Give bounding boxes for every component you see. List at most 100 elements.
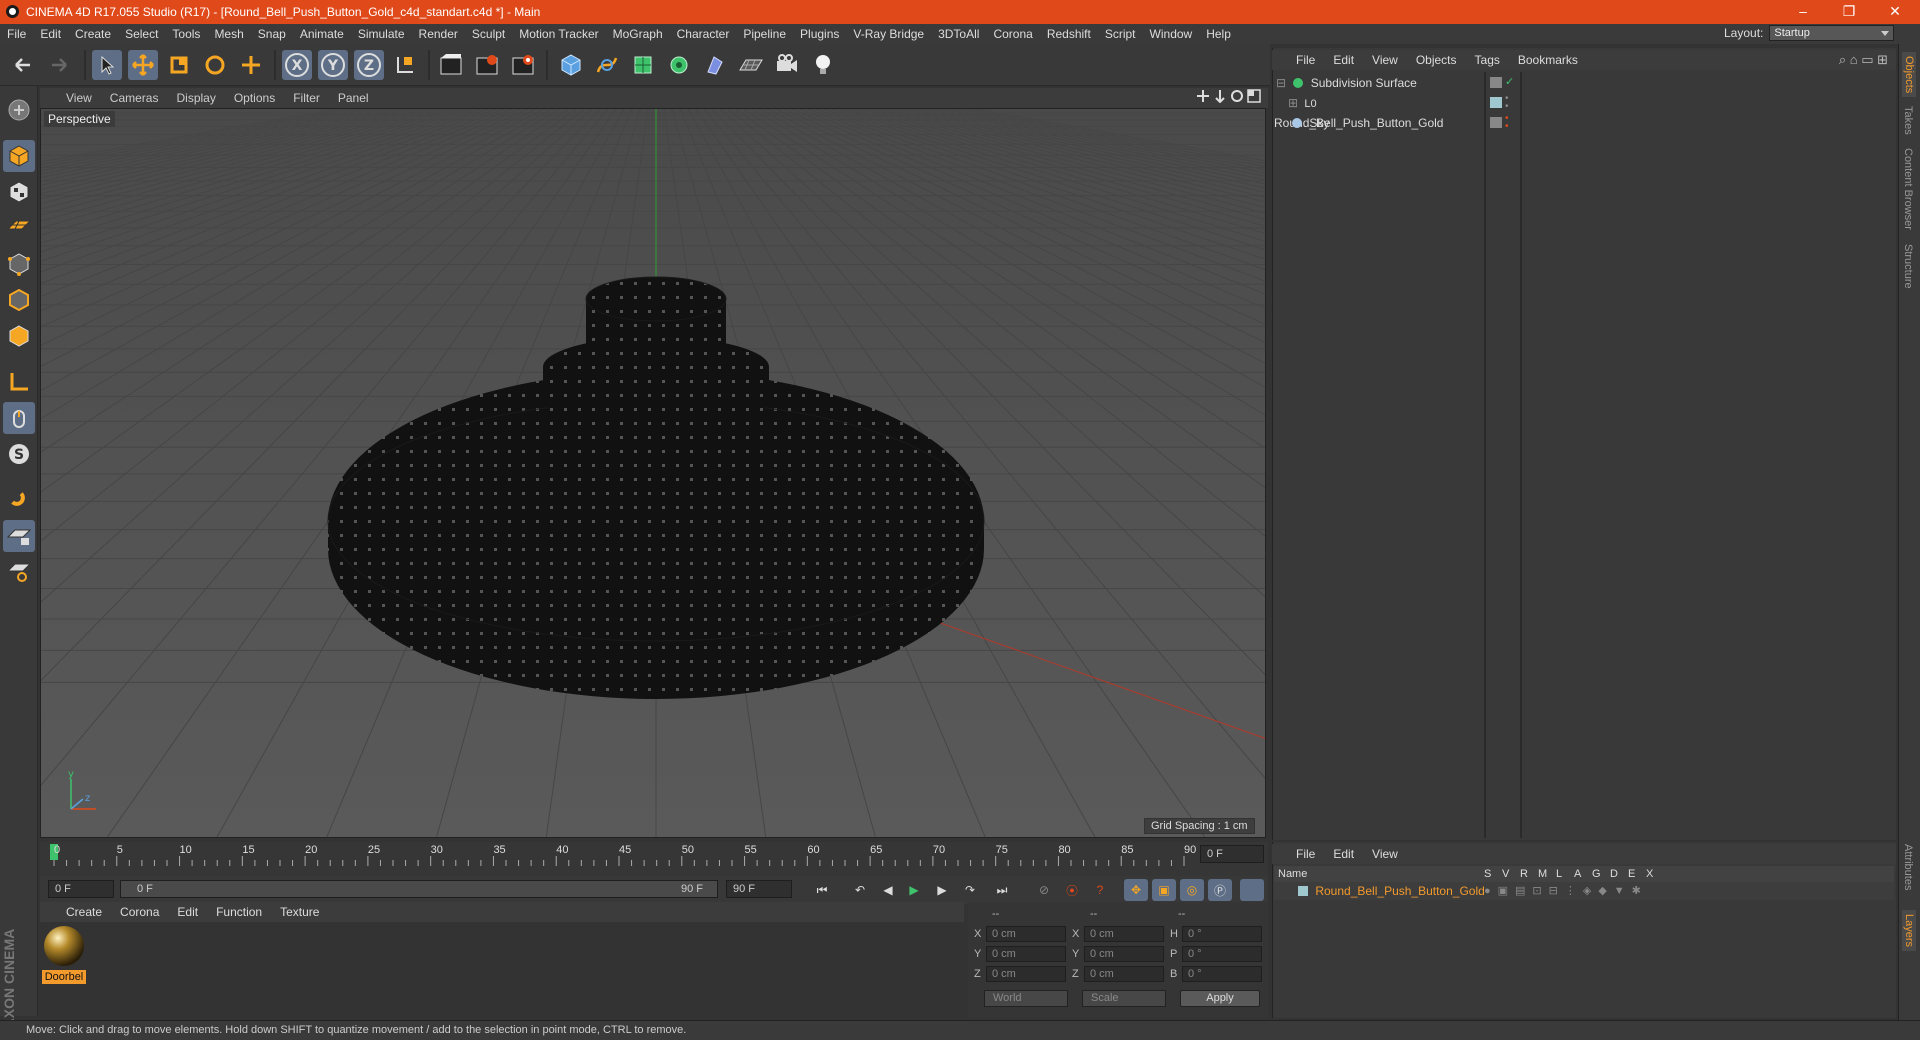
column-animation[interactable]: A: [1574, 866, 1581, 882]
visibility-dots-icon[interactable]: • •: [1505, 114, 1509, 132]
layout-dropdown[interactable]: Startup: [1769, 25, 1894, 41]
enable-axis-icon[interactable]: [3, 366, 35, 398]
axis-x-button[interactable]: X: [282, 50, 312, 80]
viewport-menu-display[interactable]: Display: [167, 91, 224, 105]
pos-y-field[interactable]: 0 cm: [986, 946, 1066, 962]
rot-p-field[interactable]: 0 °: [1182, 946, 1262, 962]
key-rotation-icon[interactable]: ◎: [1180, 879, 1204, 901]
menu-edit[interactable]: Edit: [33, 27, 68, 41]
render-view-icon[interactable]: [436, 50, 466, 80]
column-expressions[interactable]: E: [1628, 866, 1635, 882]
menu-3dtoall[interactable]: 3DToAll: [931, 27, 986, 41]
size-x-field[interactable]: 0 cm: [1084, 926, 1164, 942]
material-menu-create[interactable]: Create: [40, 905, 111, 919]
object-name[interactable]: Sky: [1309, 116, 1329, 130]
viewport-menu-filter[interactable]: Filter: [284, 91, 329, 105]
visibility-dots-icon[interactable]: • •: [1505, 94, 1509, 112]
layer-name[interactable]: Round_Bell_Push_Button_Gold: [1315, 884, 1484, 898]
viewport-menu-cameras[interactable]: Cameras: [101, 91, 168, 105]
menu-redshift[interactable]: Redshift: [1040, 27, 1098, 41]
enabled-check-icon[interactable]: ✓: [1505, 77, 1514, 88]
edges-mode-icon[interactable]: [3, 284, 35, 316]
tab-attributes[interactable]: Attributes: [1902, 844, 1914, 890]
material-menu-corona[interactable]: Corona: [111, 905, 168, 919]
column-solo[interactable]: S: [1484, 866, 1491, 882]
object-row[interactable]: ⊟ Subdivision Surface: [1274, 74, 1488, 93]
column-visible[interactable]: V: [1502, 866, 1509, 882]
object-row[interactable]: Sky: [1274, 114, 1488, 133]
menu-window[interactable]: Window: [1143, 27, 1200, 41]
current-frame-field[interactable]: 0 F: [1200, 845, 1264, 863]
next-frame-icon[interactable]: ▶: [930, 879, 954, 901]
objects-menu-tags[interactable]: Tags: [1466, 53, 1509, 67]
3d-viewport[interactable]: y z: [40, 108, 1266, 838]
column-xref[interactable]: X: [1646, 866, 1653, 882]
material-menu-texture[interactable]: Texture: [271, 905, 328, 919]
key-position-icon[interactable]: ✥: [1124, 879, 1148, 901]
go-to-end-icon[interactable]: ⏭: [990, 879, 1014, 901]
menu-create[interactable]: Create: [68, 27, 118, 41]
objects-menu-file[interactable]: File: [1272, 53, 1324, 67]
keyframe-selection-icon[interactable]: ?: [1088, 879, 1112, 901]
material-swatch[interactable]: Doorbel: [42, 925, 86, 984]
floor-object-icon[interactable]: [736, 50, 766, 80]
subdivision-surface-icon[interactable]: [628, 50, 658, 80]
apply-button[interactable]: Apply: [1180, 990, 1260, 1007]
object-manager-search-icon[interactable]: ⌕ ⌂ ▭ ⊞: [1839, 52, 1896, 68]
key-scale-icon[interactable]: ▣: [1152, 879, 1176, 901]
tweak-mode-icon[interactable]: [3, 402, 35, 434]
render-settings-icon[interactable]: [508, 50, 538, 80]
axis-z-button[interactable]: Z: [354, 50, 384, 80]
texture-mode-icon[interactable]: [3, 176, 35, 208]
quantize-icon[interactable]: [3, 556, 35, 588]
preview-range-slider[interactable]: 0 F 90 F: [120, 880, 718, 898]
tab-takes[interactable]: Takes: [1902, 106, 1914, 135]
material-menu-edit[interactable]: Edit: [168, 905, 207, 919]
menu-motion-tracker[interactable]: Motion Tracker: [512, 27, 605, 41]
coordinate-system-icon[interactable]: [390, 50, 420, 80]
redo-icon[interactable]: [44, 50, 74, 80]
viewport-menu-panel[interactable]: Panel: [329, 91, 378, 105]
workplane-lock-icon[interactable]: [3, 520, 35, 552]
menu-mograph[interactable]: MoGraph: [606, 27, 670, 41]
object-row[interactable]: ⊞ L0 Round_Bell_Push_Button_Gold: [1274, 94, 1488, 130]
viewport-menu-view[interactable]: View: [40, 91, 101, 105]
go-to-start-icon[interactable]: ⏮: [810, 879, 834, 901]
column-render[interactable]: R: [1520, 866, 1528, 882]
rotate-tool-icon[interactable]: [200, 50, 230, 80]
axis-y-button[interactable]: Y: [318, 50, 348, 80]
start-frame-field[interactable]: 0 F: [48, 880, 114, 898]
deformer-icon[interactable]: [700, 50, 730, 80]
menu-script[interactable]: Script: [1098, 27, 1143, 41]
close-button[interactable]: ✕: [1872, 0, 1918, 24]
play-icon[interactable]: ▶: [902, 879, 926, 901]
tab-structure[interactable]: Structure: [1902, 244, 1914, 289]
solo-mode-icon[interactable]: S: [3, 438, 35, 470]
objects-menu-view[interactable]: View: [1363, 53, 1407, 67]
record-active-objects-icon[interactable]: ⊘: [1032, 879, 1056, 901]
snap-icon[interactable]: [3, 484, 35, 516]
menu-simulate[interactable]: Simulate: [351, 27, 412, 41]
expand-icon[interactable]: ⊞: [1288, 96, 1298, 110]
menu-vray-bridge[interactable]: V-Ray Bridge: [846, 27, 931, 41]
menu-plugins[interactable]: Plugins: [793, 27, 846, 41]
collapse-icon[interactable]: ⊟: [1276, 76, 1286, 90]
menu-character[interactable]: Character: [670, 27, 737, 41]
layers-menu-view[interactable]: View: [1363, 847, 1407, 861]
column-name[interactable]: Name: [1278, 866, 1307, 882]
menu-select[interactable]: Select: [118, 27, 165, 41]
menu-help[interactable]: Help: [1199, 27, 1238, 41]
model-mode-icon[interactable]: [3, 140, 35, 172]
cube-primitive-icon[interactable]: [556, 50, 586, 80]
zoom-view-icon[interactable]: [1213, 89, 1227, 103]
render-picture-viewer-icon[interactable]: [472, 50, 502, 80]
layer-flags-icons[interactable]: ●▣▤⊡⊟⋮◈◆▼✱: [1484, 882, 1648, 900]
viewport-menu-options[interactable]: Options: [225, 91, 284, 105]
rot-h-field[interactable]: 0 °: [1182, 926, 1262, 942]
go-to-previous-key-icon[interactable]: ↶: [848, 879, 872, 901]
column-manager[interactable]: M: [1538, 866, 1547, 882]
menu-mesh[interactable]: Mesh: [207, 27, 250, 41]
layers-menu-file[interactable]: File: [1272, 847, 1324, 861]
objects-menu-edit[interactable]: Edit: [1324, 53, 1363, 67]
menu-pipeline[interactable]: Pipeline: [736, 27, 793, 41]
